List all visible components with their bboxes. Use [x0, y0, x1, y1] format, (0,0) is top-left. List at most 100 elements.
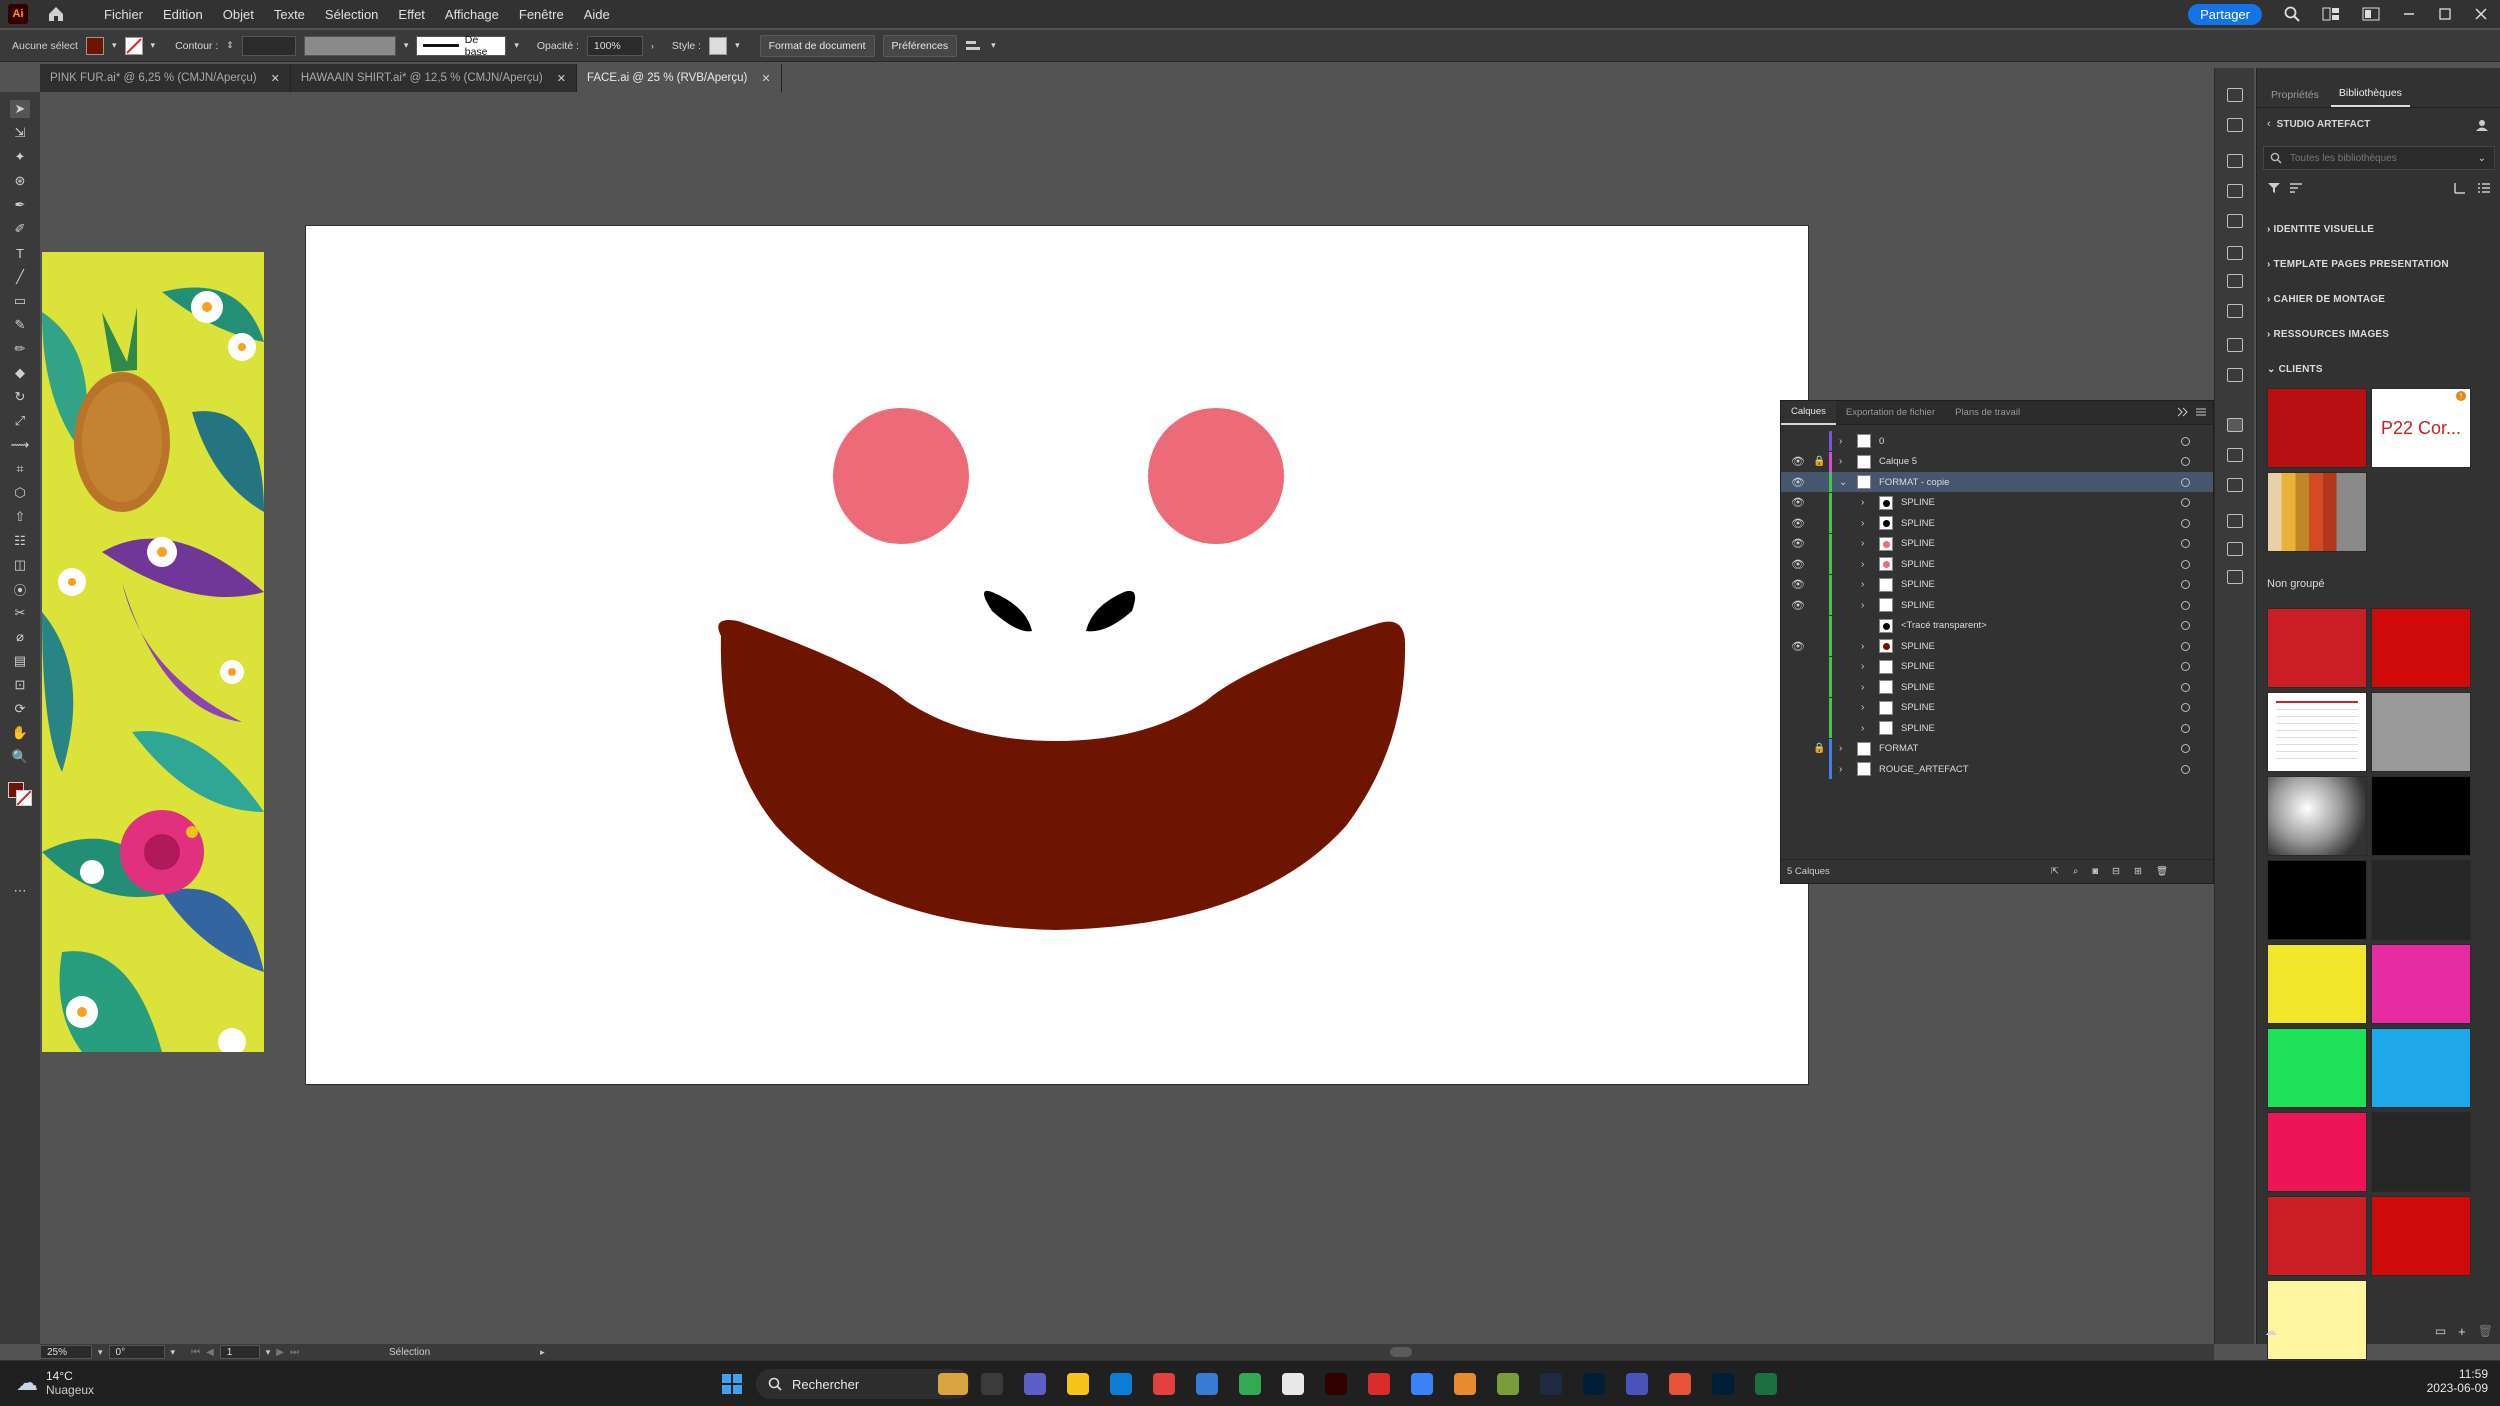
chevron-right-icon[interactable]: ›	[651, 41, 654, 51]
chevron-right-icon[interactable]: ›	[1839, 456, 1849, 467]
preferences-button[interactable]: Préférences	[882, 34, 958, 57]
zoom-tool-icon[interactable]: 🔍	[10, 748, 30, 766]
chevron-down-icon[interactable]: ▾	[991, 40, 996, 51]
sublayer-row[interactable]: 👁 › SPLINE	[1781, 595, 2213, 615]
target-circle-icon[interactable]	[2181, 682, 2190, 692]
clock[interactable]: 11:59 2023-06-09	[2427, 1367, 2488, 1395]
chevron-right-icon[interactable]: ›	[1839, 764, 1849, 775]
chevron-down-icon[interactable]: ▾	[266, 1347, 271, 1358]
image-trace-icon[interactable]	[2227, 118, 2243, 132]
layer-row[interactable]: › 0	[1781, 431, 2213, 451]
type-tool-icon[interactable]: T	[10, 244, 30, 262]
sublayer-row[interactable]: 👁 › SPLINE	[1781, 574, 2213, 595]
scale-tool-icon[interactable]: ⤢	[10, 412, 30, 430]
rectangle-tool-icon[interactable]: ▭	[10, 292, 30, 310]
document-tab[interactable]: PINK FUR.ai* @ 6,25 % (CMJN/Aperçu) ✕	[40, 64, 291, 92]
opacity-field[interactable]: 100%	[586, 35, 643, 56]
layers-icon[interactable]	[2227, 418, 2243, 432]
panel-menu-icon[interactable]	[2195, 407, 2207, 417]
close-tab-icon[interactable]: ✕	[271, 72, 280, 85]
chevron-down-icon[interactable]: ▾	[151, 40, 156, 51]
horizontal-scrollbar[interactable]	[1390, 1347, 1412, 1357]
new-group-icon[interactable]: ▭	[2435, 1324, 2446, 1339]
share-button[interactable]: Partager	[2188, 3, 2262, 25]
layers-tab[interactable]: Exportation de fichier	[1836, 401, 1945, 425]
document-format-button[interactable]: Format de document	[759, 34, 875, 57]
layer-row[interactable]: 👁 🔒 › Calque 5	[1781, 451, 2213, 472]
sublayer-row[interactable]: › SPLINE	[1781, 697, 2213, 718]
chrome-icon[interactable]	[1239, 1373, 1261, 1395]
sublayer-row[interactable]: › SPLINE	[1781, 718, 2213, 738]
library-swatch[interactable]	[2267, 1280, 2367, 1360]
close-icon[interactable]	[2474, 7, 2488, 21]
list-view-icon[interactable]	[2477, 182, 2491, 194]
library-group[interactable]: › IDENTITE VISUELLE	[2267, 224, 2374, 235]
library-swatch[interactable]	[2267, 776, 2367, 856]
width-tool-icon[interactable]: ⟿	[10, 436, 30, 454]
photoshop-alt-icon[interactable]	[1712, 1373, 1734, 1395]
target-circle-icon[interactable]	[2181, 498, 2190, 507]
library-swatch[interactable]	[2371, 1028, 2471, 1108]
target-circle-icon[interactable]	[2181, 600, 2190, 610]
chevron-down-icon[interactable]: ▾	[735, 40, 740, 51]
anydesk-icon[interactable]	[1153, 1373, 1175, 1395]
target-circle-icon[interactable]	[2181, 621, 2190, 630]
menu-7[interactable]: Fenêtre	[509, 7, 574, 22]
outlook-icon[interactable]	[1411, 1373, 1433, 1395]
target-circle-icon[interactable]	[2181, 662, 2190, 671]
trash-icon[interactable]: 🗑	[2478, 1324, 2493, 1339]
layers-tab[interactable]: Calques	[1781, 400, 1836, 425]
right-cheek[interactable]	[1148, 408, 1284, 544]
stroke-style-select[interactable]: De base	[416, 34, 507, 58]
lasso-tool-icon[interactable]: ⊛	[10, 172, 30, 190]
sublayer-row[interactable]: 👁 › SPLINE	[1781, 533, 2213, 554]
add-icon[interactable]: +	[2458, 1324, 2466, 1339]
library-search[interactable]: Toutes les bibliothèques ⌄	[2263, 146, 2495, 170]
menu-2[interactable]: Objet	[213, 7, 264, 22]
task-view-icon[interactable]	[981, 1373, 1003, 1395]
chevron-down-icon[interactable]: ▾	[404, 40, 409, 51]
appearance-icon[interactable]	[2227, 304, 2243, 318]
library-swatch[interactable]	[2371, 860, 2471, 940]
filter-icon[interactable]	[2267, 182, 2281, 194]
panel-collapse-icon[interactable]	[2177, 407, 2189, 417]
creative-cloud-icon[interactable]	[1669, 1373, 1691, 1395]
target-circle-icon[interactable]	[2181, 518, 2190, 528]
library-swatch[interactable]	[2267, 1028, 2367, 1108]
home-icon[interactable]	[46, 4, 66, 24]
gradient-tool-icon[interactable]: ◫	[10, 556, 30, 574]
rotation-field[interactable]: 0°	[108, 1345, 165, 1359]
libraries-tab[interactable]: Propriétés	[2263, 89, 2327, 107]
illustrator-logo[interactable]: Ai	[8, 4, 28, 24]
properties-icon[interactable]	[2227, 88, 2243, 102]
document-tab[interactable]: FACE.ai @ 25 % (RVB/Aperçu) ✕	[576, 64, 782, 92]
target-circle-icon[interactable]	[2181, 539, 2190, 548]
library-swatch[interactable]	[2267, 860, 2367, 940]
sublayer-row[interactable]: <Tracé transparent>	[1781, 615, 2213, 636]
style-swatch[interactable]	[709, 36, 728, 55]
library-group[interactable]: › TEMPLATE PAGES PRESENTATION	[2267, 259, 2449, 270]
chevron-right-icon[interactable]: ▸	[540, 1347, 545, 1358]
visibility-eye-icon[interactable]: 👁	[1791, 496, 1805, 509]
sublayer-row[interactable]: 👁 › SPLINE	[1781, 636, 2213, 656]
blend-tool-icon[interactable]: ✂	[10, 604, 30, 622]
magic-wand-tool-icon[interactable]: ✦	[10, 148, 30, 166]
fill-swatch[interactable]	[86, 36, 104, 55]
target-circle-icon[interactable]	[2181, 703, 2190, 712]
maximize-icon[interactable]	[2438, 7, 2452, 21]
excel-icon[interactable]	[1755, 1373, 1777, 1395]
visibility-eye-icon[interactable]: 👁	[1791, 599, 1805, 612]
library-swatch[interactable]	[2371, 1112, 2471, 1192]
sublayer-row[interactable]: › SPLINE	[1781, 656, 2213, 677]
client-swatch-p22[interactable]: P22 Cor... !	[2371, 388, 2471, 468]
sublayer-row[interactable]: 👁 › SPLINE	[1781, 554, 2213, 574]
lock-icon[interactable]: 🔒	[1813, 456, 1825, 467]
transform-icon[interactable]	[2227, 514, 2243, 528]
menu-4[interactable]: Sélection	[315, 7, 388, 22]
client-swatch-palette[interactable]	[2267, 472, 2367, 552]
artboards-icon[interactable]	[2227, 478, 2243, 492]
visibility-eye-icon[interactable]: 👁	[1791, 476, 1805, 489]
hand-tool-icon[interactable]: ✋	[10, 724, 30, 742]
brushes-icon[interactable]	[2227, 184, 2243, 198]
shape-builder-tool-icon[interactable]: ⬡	[10, 484, 30, 502]
